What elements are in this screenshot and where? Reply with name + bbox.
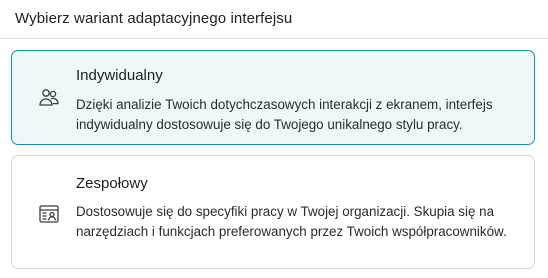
option-card-individual[interactable]: Indywidualny Dzięki analizie Twoich doty… — [11, 50, 535, 145]
people-icon — [38, 87, 60, 109]
option-description-individual: Dzięki analizie Twoich dotychczasowych i… — [76, 97, 493, 132]
option-description-team: Dostosowuje się do specyfiki pracy w Two… — [76, 204, 507, 239]
panel-heading: Wybierz wariant adaptacyjnego interfejsu — [15, 10, 293, 27]
option-title-individual: Indywidualny — [76, 67, 163, 84]
team-board-icon — [38, 203, 60, 225]
option-title-team: Zespołowy — [76, 175, 148, 192]
adaptive-interface-panel: Wybierz wariant adaptacyjnego interfejsu… — [0, 0, 548, 278]
option-card-team[interactable]: Zespołowy Dostosowuje się do specyfiki p… — [11, 155, 535, 269]
heading-divider — [0, 38, 548, 39]
